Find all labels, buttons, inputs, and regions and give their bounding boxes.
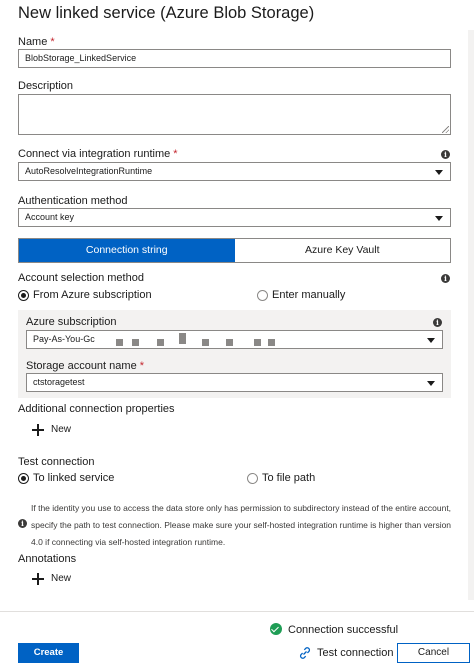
redaction-block (179, 333, 186, 344)
info-icon[interactable]: i (441, 274, 450, 283)
required-mark: * (50, 36, 55, 48)
runtime-label: Connect via integration runtime * (18, 148, 178, 160)
radio-label-to-linked-service[interactable]: To linked service (33, 472, 114, 484)
redaction-block (254, 339, 261, 346)
add-icon[interactable] (32, 573, 44, 585)
redaction-block (157, 339, 164, 346)
name-label: Name * (18, 36, 55, 48)
auth-select[interactable]: Account key (18, 208, 451, 227)
tab-connection-string[interactable]: Connection string (19, 239, 235, 262)
storage-account-value: ctstoragetest (33, 377, 85, 387)
redaction-block (268, 339, 275, 346)
tab-azure-key-vault[interactable]: Azure Key Vault (234, 239, 450, 262)
storage-account-select[interactable]: ctstoragetest (26, 373, 443, 392)
link-icon[interactable] (298, 646, 312, 660)
annotations-label: Annotations (18, 553, 77, 565)
redaction-block (116, 339, 123, 346)
add-icon[interactable] (32, 424, 44, 436)
radio-label-from-azure-subscription[interactable]: From Azure subscription (33, 289, 152, 301)
chevron-down-icon (427, 338, 435, 343)
create-button[interactable]: Create (18, 643, 79, 663)
test-connection-button[interactable]: Test connection (317, 647, 393, 659)
required-mark: * (173, 148, 178, 160)
info-icon: i (18, 519, 27, 528)
connection-status: Connection successful (288, 624, 399, 636)
subscription-label: Azure subscription (26, 316, 117, 328)
cancel-button[interactable]: Cancel (397, 643, 470, 663)
add-property-button[interactable]: New (51, 424, 71, 435)
radio-label-enter-manually[interactable]: Enter manually (272, 289, 345, 301)
add-annotation-button[interactable]: New (51, 573, 71, 584)
redacted-subscription-id (116, 333, 286, 347)
subscription-value: Pay-As-You-Gc (33, 334, 95, 344)
info-icon[interactable]: i (441, 150, 450, 159)
test-connection-note: If the identity you use to access the da… (31, 503, 452, 547)
auth-value: Account key (25, 212, 75, 222)
page-title: New linked service (Azure Blob Storage) (18, 4, 315, 22)
auth-label: Authentication method (18, 195, 128, 207)
chevron-down-icon (435, 170, 443, 175)
redaction-block (226, 339, 233, 346)
info-icon[interactable]: i (433, 318, 442, 327)
chevron-down-icon (427, 381, 435, 386)
radio-selected-dot (21, 476, 26, 481)
description-label: Description (18, 80, 74, 92)
radio-to-linked-service[interactable] (18, 473, 29, 484)
radio-label-to-file-path[interactable]: To file path (262, 472, 315, 484)
runtime-select[interactable]: AutoResolveIntegrationRuntime (18, 162, 451, 181)
test-connection-label: Test connection (18, 456, 95, 468)
additional-props-label: Additional connection properties (18, 403, 175, 415)
account-selection-label: Account selection method (18, 272, 144, 284)
name-field[interactable]: BlobStorage_LinkedService (18, 49, 451, 68)
connection-tabs: Connection string Azure Key Vault (18, 238, 451, 263)
check-circle-icon (270, 623, 282, 635)
radio-enter-manually[interactable] (257, 290, 268, 301)
runtime-value: AutoResolveIntegrationRuntime (25, 166, 153, 176)
required-mark: * (139, 360, 144, 372)
redaction-block (132, 339, 139, 346)
description-textarea[interactable] (18, 94, 451, 135)
radio-to-file-path[interactable] (247, 473, 258, 484)
footer-divider (0, 611, 474, 612)
redaction-block (202, 339, 209, 346)
radio-from-azure-subscription[interactable] (18, 290, 29, 301)
resize-handle-icon[interactable] (442, 126, 449, 133)
radio-selected-dot (21, 293, 26, 298)
chevron-down-icon (435, 216, 443, 221)
storage-account-label: Storage account name * (26, 360, 144, 372)
scrollbar[interactable] (468, 30, 474, 600)
